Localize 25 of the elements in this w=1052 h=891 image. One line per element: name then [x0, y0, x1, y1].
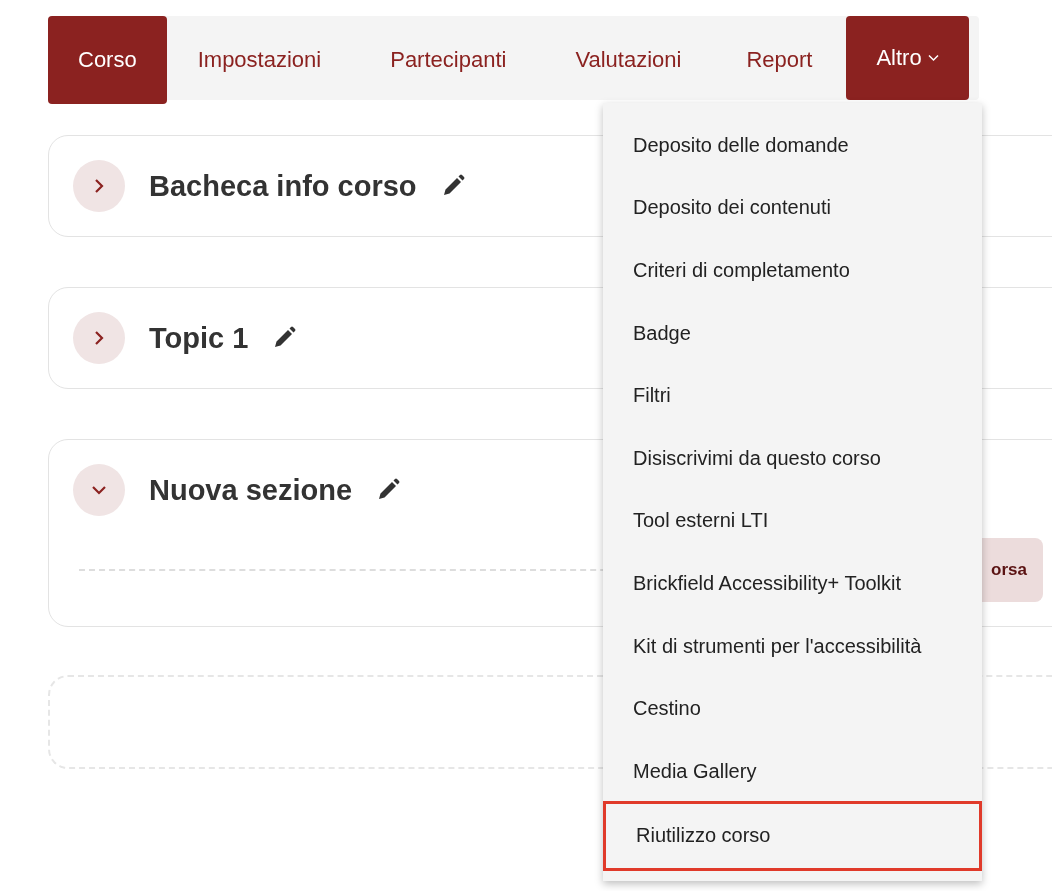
dropdown-tab[interactable]: Altro	[846, 16, 969, 100]
collapse-toggle[interactable]	[73, 312, 125, 364]
caret-icon	[927, 54, 939, 62]
section-title: Nuova sezione	[149, 473, 353, 507]
menu-item[interactable]: Media Gallery	[603, 739, 982, 803]
menu-item[interactable]: Cestino	[603, 677, 982, 740]
nav-tab[interactable]: Impostazioni	[166, 16, 353, 104]
section-title: Topic 1	[149, 321, 249, 355]
section-title: Bacheca info corso	[149, 169, 417, 203]
collapse-toggle[interactable]	[73, 160, 125, 212]
menu-item[interactable]: Deposito delle domande	[603, 114, 982, 177]
menu-item[interactable]: Criteri di completamento	[603, 239, 982, 302]
menu-item[interactable]: Disiscrivimi da questo corso	[603, 426, 982, 490]
nav-tab[interactable]: Partecipanti	[352, 16, 545, 104]
menu-item[interactable]: Riutilizzo corso	[603, 800, 982, 871]
menu-item[interactable]: Badge	[603, 301, 982, 365]
menu-item[interactable]: Kit di strumenti per l'accessibilità	[603, 614, 982, 678]
nav-tab[interactable]: Corso	[48, 16, 167, 104]
pencil-icon[interactable]	[272, 326, 297, 350]
menu-item[interactable]: Deposito dei contenuti	[603, 176, 982, 240]
nav-tab[interactable]: Report	[712, 16, 847, 104]
menu-item[interactable]: Filtri	[603, 364, 982, 427]
pencil-icon[interactable]	[376, 478, 401, 502]
nav-tab[interactable]: Valutazioni	[544, 16, 713, 104]
collapse-toggle[interactable]	[73, 464, 125, 516]
